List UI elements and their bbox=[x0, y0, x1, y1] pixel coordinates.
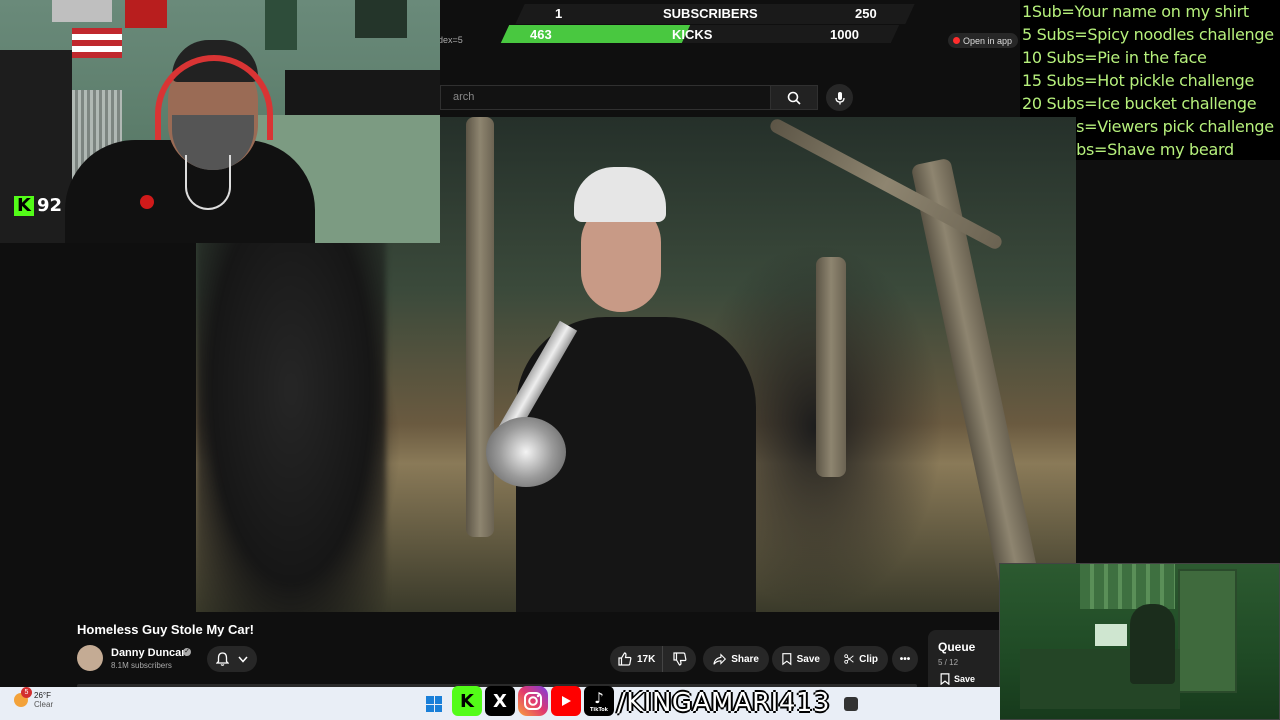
notification-badge: 5 bbox=[21, 687, 32, 698]
tree-branch bbox=[767, 117, 1005, 252]
wall-poster bbox=[355, 0, 407, 38]
seated-person bbox=[1130, 604, 1175, 684]
search-button[interactable] bbox=[770, 85, 818, 110]
channel-avatar[interactable] bbox=[77, 645, 103, 671]
queue-count: 5 / 12 bbox=[938, 658, 959, 667]
queue-title: Queue bbox=[938, 640, 976, 654]
white-cap bbox=[574, 167, 666, 222]
flag bbox=[72, 28, 122, 58]
goal-item: 15 Subs=Hot pickle challenge bbox=[1022, 71, 1255, 90]
streamer-handle: /KINGAMARI413 bbox=[617, 688, 830, 718]
x-logo-icon: X bbox=[485, 686, 515, 716]
more-actions-button[interactable]: ••• bbox=[892, 646, 918, 672]
subscriber-target: 250 bbox=[855, 6, 877, 21]
tray-app-icon[interactable] bbox=[844, 697, 858, 711]
chevron-down-icon bbox=[238, 656, 248, 663]
weather-widget[interactable]: 5 26°F Clear bbox=[14, 687, 54, 709]
weather-condition: Clear bbox=[34, 700, 54, 709]
queue-save-button[interactable]: Save bbox=[940, 673, 975, 685]
blurred-person bbox=[196, 237, 386, 612]
cherry-logo-icon bbox=[140, 195, 154, 209]
scissors-icon bbox=[844, 654, 854, 664]
bookmark-icon bbox=[940, 673, 950, 685]
thumbs-up-icon bbox=[618, 652, 632, 666]
url-fragment: dex=5 bbox=[438, 35, 463, 45]
kick-logo-icon: K bbox=[452, 686, 482, 716]
door bbox=[1178, 569, 1237, 693]
goal-item: 5 Subs=Spicy noodles challenge bbox=[1022, 25, 1274, 44]
channel-subscribers: 8.1M subscribers bbox=[111, 661, 172, 670]
goal-item: 10 Subs=Pie in the face bbox=[1022, 48, 1207, 67]
monitor bbox=[1095, 624, 1127, 646]
goal-item: 1Sub=Your name on my shirt bbox=[1022, 2, 1249, 21]
wall-poster bbox=[52, 0, 112, 22]
kick-logo-icon: K bbox=[14, 195, 34, 216]
bell-icon bbox=[216, 652, 229, 666]
subscriber-label: SUBSCRIBERS bbox=[663, 6, 758, 21]
dislike-button[interactable] bbox=[662, 646, 696, 672]
kick-viewer-count: K 92 bbox=[14, 195, 62, 216]
channel-name[interactable]: Danny Duncan bbox=[111, 647, 188, 659]
kicks-label: KICKS bbox=[672, 27, 713, 42]
clip-button[interactable]: Clip bbox=[834, 646, 888, 672]
search-icon bbox=[787, 91, 801, 105]
video-title: Homeless Guy Stole My Car! bbox=[77, 622, 254, 637]
windows-start-icon[interactable] bbox=[426, 696, 442, 712]
goal-item: 20 Subs=Ice bucket challenge bbox=[1022, 94, 1257, 113]
search-input[interactable]: arch bbox=[440, 85, 770, 110]
room-camera bbox=[999, 563, 1280, 720]
kicks-target: 1000 bbox=[830, 27, 859, 42]
youtube-icon bbox=[551, 686, 581, 716]
weather-icon: 5 bbox=[14, 687, 32, 707]
trumpet-bell bbox=[486, 417, 566, 487]
like-button[interactable]: 17K bbox=[610, 646, 662, 672]
hat-shelf bbox=[1080, 564, 1175, 609]
save-button[interactable]: Save bbox=[772, 646, 830, 672]
weather-temperature: 26°F bbox=[34, 691, 51, 700]
share-button[interactable]: Share bbox=[703, 646, 769, 672]
like-count: 17K bbox=[637, 653, 656, 665]
streamer-webcam: K 92 bbox=[0, 0, 440, 243]
viewer-count: 92 bbox=[37, 195, 63, 216]
bookmark-icon bbox=[782, 653, 792, 666]
share-label: Share bbox=[731, 653, 759, 665]
youtube-dot-icon bbox=[953, 37, 960, 44]
verified-icon: ✓ bbox=[183, 648, 191, 656]
open-in-app-label: Open in app bbox=[963, 35, 1013, 46]
wall-poster bbox=[265, 0, 297, 50]
kicks-count: 463 bbox=[530, 27, 552, 42]
microphone-icon bbox=[834, 91, 845, 104]
open-in-app-button[interactable]: Open in app bbox=[948, 33, 1018, 48]
necklace bbox=[185, 155, 231, 210]
share-icon bbox=[713, 652, 727, 665]
clip-label: Clip bbox=[859, 653, 878, 665]
save-label: Save bbox=[796, 653, 820, 665]
tiktok-label: TikTok bbox=[590, 707, 608, 713]
queue-save-label: Save bbox=[954, 674, 976, 684]
notification-bell-button[interactable] bbox=[207, 646, 257, 672]
headboard bbox=[285, 70, 440, 120]
tiktok-icon: ♪ TikTok bbox=[584, 686, 614, 716]
voice-search-button[interactable] bbox=[826, 84, 853, 111]
social-links-overlay: K X ♪ TikTok bbox=[452, 686, 614, 716]
subscriber-count: 1 bbox=[555, 6, 563, 21]
tree-trunk bbox=[816, 257, 846, 477]
wall-poster bbox=[125, 0, 167, 28]
thumbs-down-icon bbox=[672, 652, 686, 666]
tree-trunk bbox=[466, 117, 494, 537]
instagram-icon bbox=[518, 686, 548, 716]
